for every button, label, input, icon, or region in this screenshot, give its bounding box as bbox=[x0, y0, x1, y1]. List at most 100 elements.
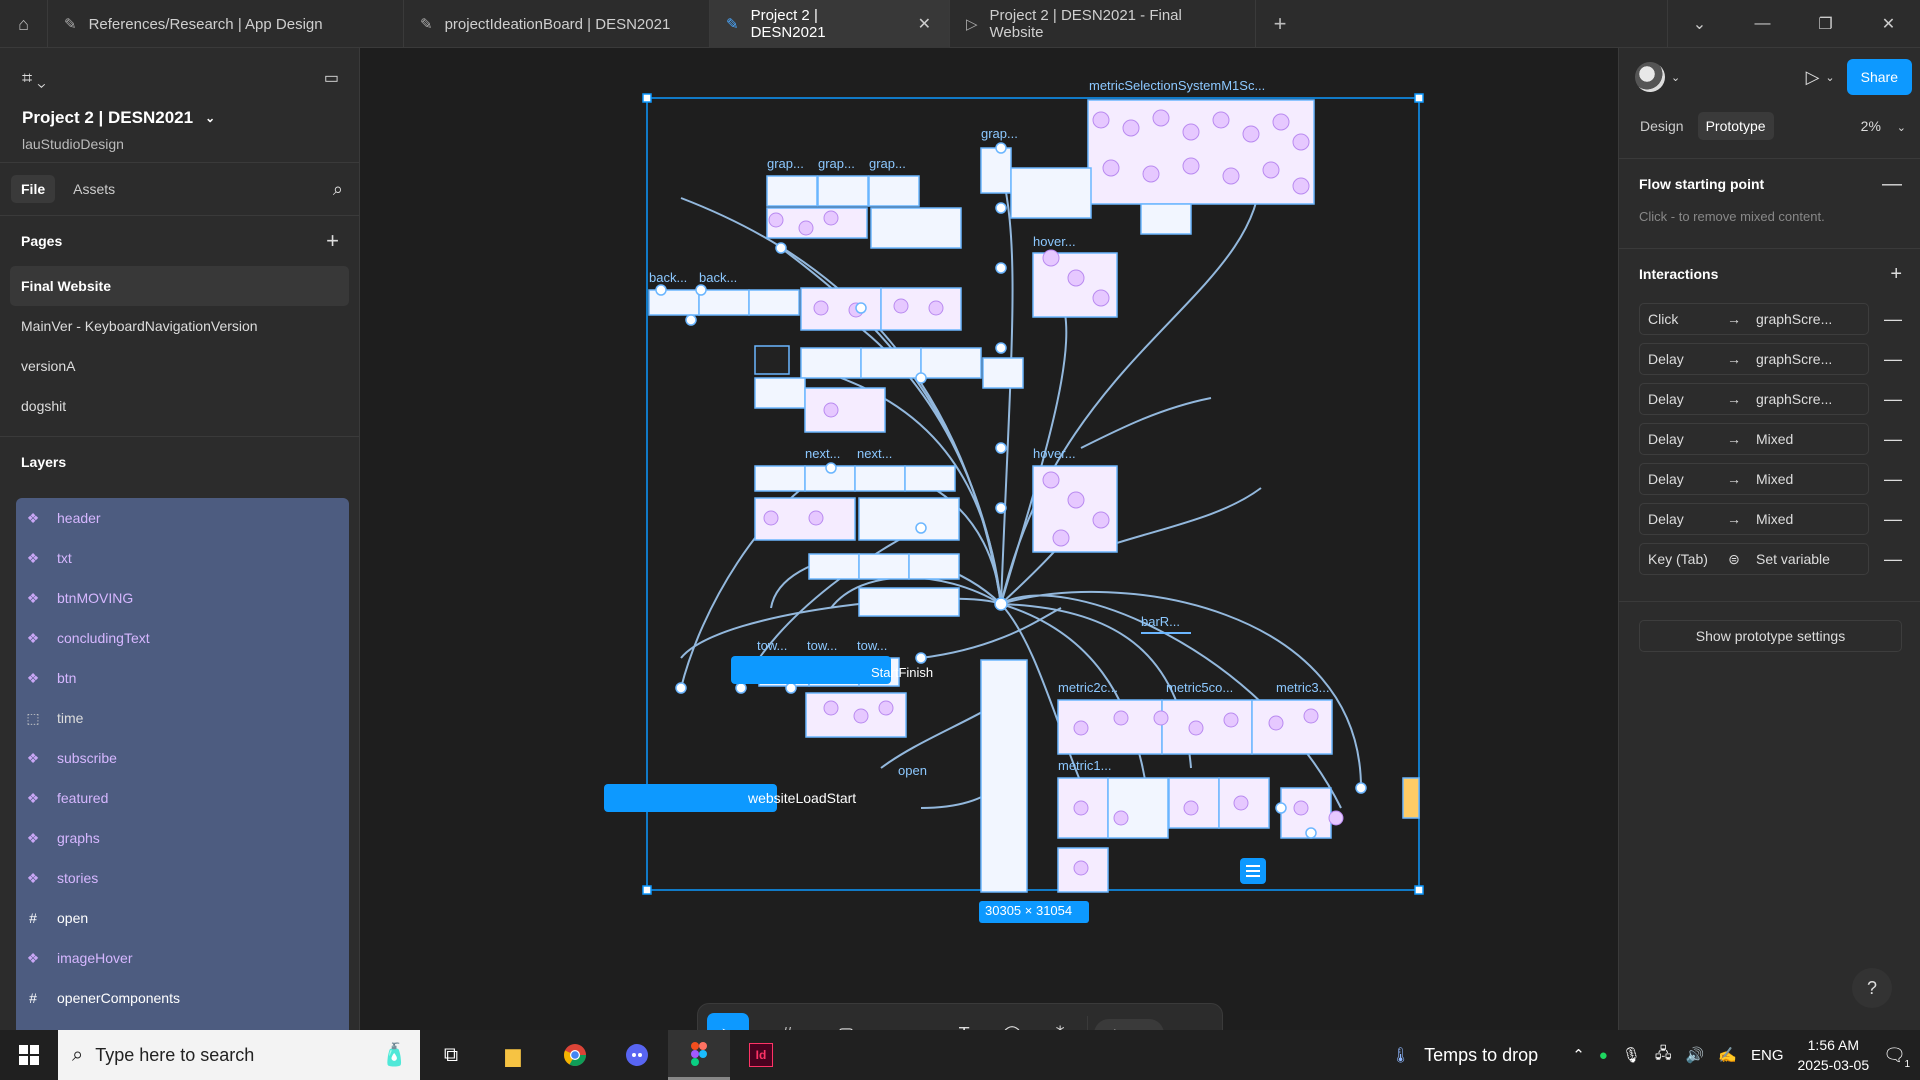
add-page-icon[interactable]: + bbox=[326, 228, 339, 254]
tab-ideation-board[interactable]: ✎ projectIdeationBoard | DESN2021 bbox=[404, 0, 710, 48]
frame-label-next[interactable]: next... bbox=[805, 446, 840, 461]
help-icon[interactable]: ? bbox=[1852, 968, 1892, 1008]
language-indicator[interactable]: ENG bbox=[1751, 1047, 1784, 1064]
frame-label-hover[interactable]: hover... bbox=[1033, 234, 1076, 249]
chevron-down-icon[interactable]: ⌄ bbox=[1825, 71, 1834, 84]
frame-label-grap[interactable]: grap... bbox=[767, 156, 804, 171]
frame-label-tow[interactable]: tow... bbox=[757, 638, 787, 653]
figma-menu-icon[interactable]: ⌗ ⌄ bbox=[22, 68, 46, 89]
frame-label-barr[interactable]: barR... bbox=[1141, 614, 1180, 629]
remove-interaction-icon[interactable]: — bbox=[1884, 349, 1902, 370]
tab-references[interactable]: ✎ References/Research | App Design bbox=[48, 0, 404, 48]
interaction-box[interactable]: Delay → Mixed bbox=[1639, 423, 1869, 455]
layer-row[interactable]: ❖ txt bbox=[16, 538, 349, 578]
actions-tool[interactable]: ⁂ bbox=[1039, 1013, 1081, 1031]
remove-interaction-icon[interactable]: — bbox=[1884, 429, 1902, 450]
indesign-icon[interactable]: Id bbox=[730, 1030, 792, 1080]
chevron-down-icon[interactable]: ⌄ bbox=[1671, 71, 1680, 84]
tab-assets[interactable]: Assets bbox=[63, 175, 125, 203]
frame-label-metric1[interactable]: metric1... bbox=[1058, 758, 1111, 773]
text-tool[interactable]: T bbox=[943, 1013, 985, 1031]
layer-row[interactable]: ❖ graphs bbox=[16, 818, 349, 858]
tab-file[interactable]: File bbox=[11, 175, 56, 203]
restore-icon[interactable]: ❐ bbox=[1794, 0, 1857, 48]
layer-row[interactable]: ❖ btnMOVING bbox=[16, 578, 349, 618]
frame-label-metric3[interactable]: metric3... bbox=[1276, 680, 1329, 695]
remove-interaction-icon[interactable]: — bbox=[1884, 549, 1902, 570]
share-button[interactable]: Share bbox=[1846, 59, 1912, 95]
home-icon[interactable]: ⌂ bbox=[0, 0, 48, 48]
page-item-versiona[interactable]: versionA bbox=[10, 346, 349, 386]
tab-prototype[interactable]: Prototype bbox=[1697, 112, 1774, 140]
frame-label-grap[interactable]: grap... bbox=[981, 126, 1018, 141]
rectangle-tool[interactable]: ▢ bbox=[825, 1013, 867, 1031]
tab-design[interactable]: Design bbox=[1632, 112, 1692, 140]
canvas[interactable]: metricSelectionSystemM1Sc... grap... gra… bbox=[361, 48, 1618, 1030]
notification-icon[interactable]: 🗨 1 bbox=[1883, 1045, 1912, 1070]
spotify-icon[interactable]: ● bbox=[1599, 1047, 1608, 1064]
close-window-icon[interactable]: ✕ bbox=[1857, 0, 1920, 48]
remove-interaction-icon[interactable]: — bbox=[1884, 309, 1902, 330]
start-finish-box[interactable] bbox=[731, 656, 891, 684]
taskbar-search[interactable]: ⌕ Type here to search 🧴 bbox=[58, 1030, 420, 1080]
volume-icon[interactable]: 🔊 bbox=[1686, 1046, 1705, 1064]
layer-row[interactable]: ❖ stories bbox=[16, 858, 349, 898]
figma-icon[interactable] bbox=[668, 1030, 730, 1080]
present-play-icon[interactable]: ▷ bbox=[1806, 67, 1820, 88]
flow-start-start-finish[interactable]: StartFinish bbox=[871, 665, 933, 680]
chrome-icon[interactable] bbox=[544, 1030, 606, 1080]
page-item-final-website[interactable]: Final Website bbox=[10, 266, 349, 306]
microphone-icon[interactable]: 🎙 bbox=[1622, 1046, 1641, 1064]
weather-text[interactable]: Temps to drop bbox=[1424, 1045, 1538, 1066]
dev-mode-toggle[interactable]: </> bbox=[1094, 1019, 1165, 1030]
remove-interaction-icon[interactable]: — bbox=[1884, 389, 1902, 410]
page-item-dogshit[interactable]: dogshit bbox=[10, 386, 349, 426]
frame-label-metric2c[interactable]: metric2c... bbox=[1058, 680, 1118, 695]
layer-row[interactable]: ⬚ time bbox=[16, 698, 349, 738]
move-tool[interactable]: ➤ bbox=[707, 1013, 749, 1030]
interaction-box[interactable]: Delay → Mixed bbox=[1639, 463, 1869, 495]
minimize-icon[interactable]: — bbox=[1731, 0, 1794, 48]
interaction-box[interactable]: Delay → graphScre... bbox=[1639, 383, 1869, 415]
search-icon[interactable]: ⌕ bbox=[333, 179, 343, 200]
avatar[interactable] bbox=[1635, 62, 1665, 92]
layer-row[interactable]: ❖ btn bbox=[16, 658, 349, 698]
interaction-box[interactable]: Delay → Mixed bbox=[1639, 503, 1869, 535]
project-title[interactable]: Project 2 | DESN2021 ⌄ bbox=[0, 108, 359, 128]
frame-label-tow[interactable]: tow... bbox=[857, 638, 887, 653]
frame-label-metric-selection[interactable]: metricSelectionSystemM1Sc... bbox=[1089, 78, 1265, 93]
interaction-box[interactable]: Key (Tab) ⊜ Set variable bbox=[1639, 543, 1869, 575]
frame-label-metric5co[interactable]: metric5co... bbox=[1166, 680, 1233, 695]
minus-icon[interactable]: — bbox=[1882, 173, 1902, 196]
layer-row[interactable]: ❖ header bbox=[16, 498, 349, 538]
add-interaction-icon[interactable]: + bbox=[1890, 263, 1902, 286]
frame-label-tow[interactable]: tow... bbox=[807, 638, 837, 653]
frame-tool[interactable]: # bbox=[766, 1013, 808, 1031]
network-icon[interactable]: 🖧 bbox=[1655, 1043, 1672, 1068]
close-icon[interactable]: ✕ bbox=[918, 14, 931, 34]
tab-project-2[interactable]: ✎ Project 2 | DESN2021 ✕ bbox=[710, 0, 950, 48]
frame-label-open[interactable]: open bbox=[898, 763, 927, 778]
frame-label-back[interactable]: back... bbox=[649, 270, 687, 285]
frame-label-hover[interactable]: hover... bbox=[1033, 446, 1076, 461]
layer-row[interactable]: # openerComponents bbox=[16, 978, 349, 1018]
tab-final-website[interactable]: ▷ Project 2 | DESN2021 - Final Website bbox=[950, 0, 1256, 48]
panel-toggle-icon[interactable]: ▭ bbox=[324, 68, 339, 88]
interaction-box[interactable]: Delay → graphScre... bbox=[1639, 343, 1869, 375]
file-explorer-icon[interactable]: ▆ bbox=[482, 1030, 544, 1080]
pen-icon[interactable]: ✍ bbox=[1718, 1046, 1737, 1064]
frame-label-next[interactable]: next... bbox=[857, 446, 892, 461]
chevron-up-icon[interactable]: ⌃ bbox=[1572, 1046, 1585, 1064]
layer-row[interactable]: ❖ featured bbox=[16, 778, 349, 818]
clock[interactable]: 1:56 AM 2025-03-05 bbox=[1798, 1035, 1870, 1075]
remove-interaction-icon[interactable]: — bbox=[1884, 509, 1902, 530]
frame-label-grap[interactable]: grap... bbox=[818, 156, 855, 171]
new-tab-button[interactable]: + bbox=[1256, 0, 1304, 48]
chevron-down-icon[interactable]: ⌄ bbox=[1668, 0, 1731, 48]
remove-interaction-icon[interactable]: — bbox=[1884, 469, 1902, 490]
frame-label-back[interactable]: back... bbox=[699, 270, 737, 285]
layer-row[interactable]: ❖ imageHover bbox=[16, 938, 349, 978]
pen-tool[interactable]: ✒ bbox=[884, 1013, 926, 1031]
layer-row[interactable]: # open bbox=[16, 898, 349, 938]
windows-start-icon[interactable] bbox=[0, 1030, 58, 1080]
